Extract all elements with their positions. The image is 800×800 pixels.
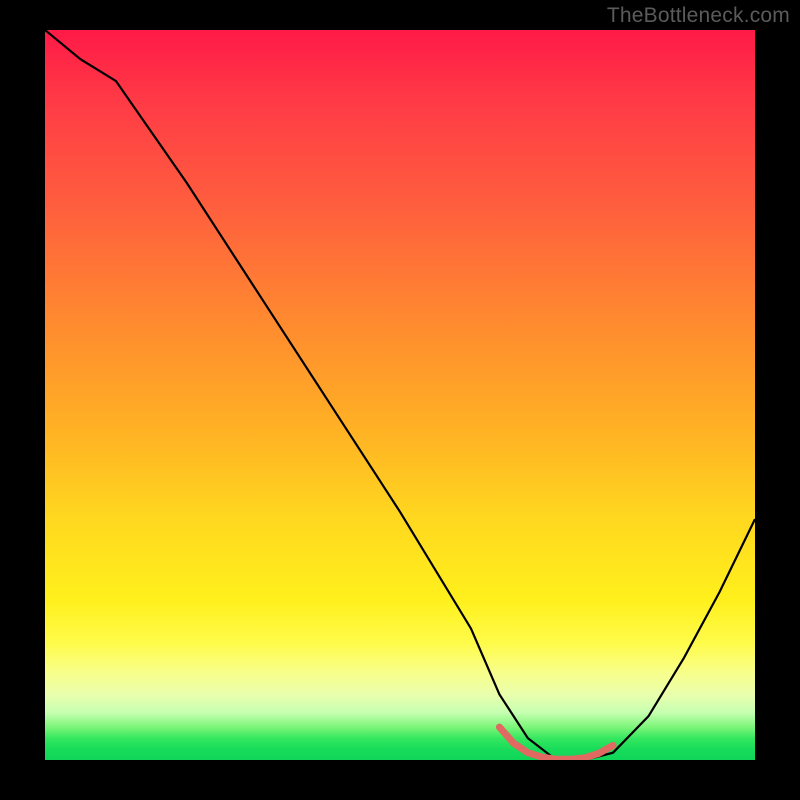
plot-area xyxy=(45,30,755,760)
optimal-range-overlay xyxy=(499,727,613,759)
curve-svg xyxy=(45,30,755,760)
bottleneck-curve xyxy=(45,30,755,760)
chart-frame: TheBottleneck.com xyxy=(0,0,800,800)
watermark-text: TheBottleneck.com xyxy=(607,4,790,28)
